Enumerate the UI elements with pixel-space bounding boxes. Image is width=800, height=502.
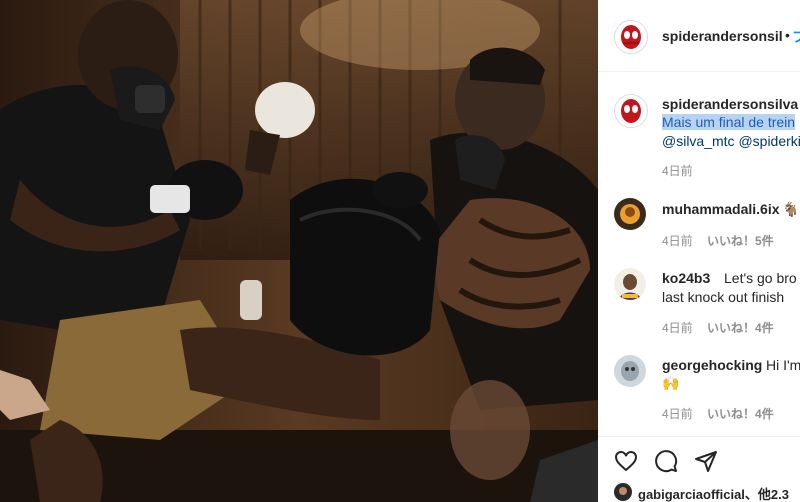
avatar-photo-icon — [614, 198, 646, 230]
comment-text-line2: last knock out finish — [662, 289, 785, 305]
post-header: spiderandersonsil • フ — [598, 0, 800, 72]
send-icon[interactable] — [694, 449, 718, 478]
comment-username[interactable]: muhammadali.6ix — [662, 201, 780, 217]
comment-time[interactable]: 4日前 — [662, 232, 693, 249]
commenter-avatar[interactable] — [614, 268, 646, 300]
post-side-panel: spiderandersonsil • フ spiderandersonsilv… — [598, 0, 800, 502]
liked-by-text[interactable]: gabigarciaofficial、他2.3 — [638, 484, 789, 502]
caption-avatar[interactable] — [614, 94, 648, 128]
comment-text: Hi I'm — [766, 357, 800, 373]
comment-text-line2: 🙌 — [662, 375, 680, 391]
commenter-avatar[interactable] — [614, 355, 646, 387]
avatar-photo-icon — [614, 355, 646, 387]
instagram-post-view: spiderandersonsil • フ spiderandersonsilv… — [0, 0, 800, 502]
comment-time[interactable]: 4日前 — [662, 319, 693, 336]
caption-mentions[interactable]: @silva_mtc @spiderki — [662, 133, 800, 149]
comment-username[interactable]: ko24b3 — [662, 270, 710, 286]
follow-button[interactable]: フ — [792, 27, 800, 47]
training-photo-illustration — [0, 0, 598, 502]
caption-text-line1: Mais um final de trein — [662, 114, 796, 130]
header-separator: • — [785, 27, 790, 43]
caption-time[interactable]: 4日前 — [662, 162, 693, 179]
comment-icon[interactable] — [654, 449, 678, 478]
comment-likes[interactable]: いいね！4件 — [707, 319, 774, 336]
comment-text: 🐐 — [782, 201, 800, 217]
post-photo — [0, 0, 598, 502]
liker-avatar[interactable] — [614, 483, 632, 501]
comment-time[interactable]: 4日前 — [662, 405, 693, 422]
avatar-photo-icon — [614, 268, 646, 300]
comment-likes[interactable]: いいね！5件 — [707, 232, 774, 249]
caption-username[interactable]: spiderandersonsilva — [662, 96, 798, 112]
comment-text: Let's go bro g — [724, 270, 800, 286]
author-avatar[interactable] — [614, 20, 648, 54]
avatar-photo-icon — [614, 483, 632, 501]
spider-avatar-icon — [615, 21, 647, 53]
commenter-avatar[interactable] — [614, 198, 646, 230]
comment-likes[interactable]: いいね！4件 — [707, 405, 774, 422]
post-actions: gabigarciaofficial、他2.3 ぱ — [598, 436, 800, 502]
spider-avatar-icon — [615, 95, 647, 127]
author-username[interactable]: spiderandersonsil — [662, 28, 783, 44]
heart-icon[interactable] — [614, 449, 638, 478]
comment-username[interactable]: georgehocking — [662, 357, 762, 373]
